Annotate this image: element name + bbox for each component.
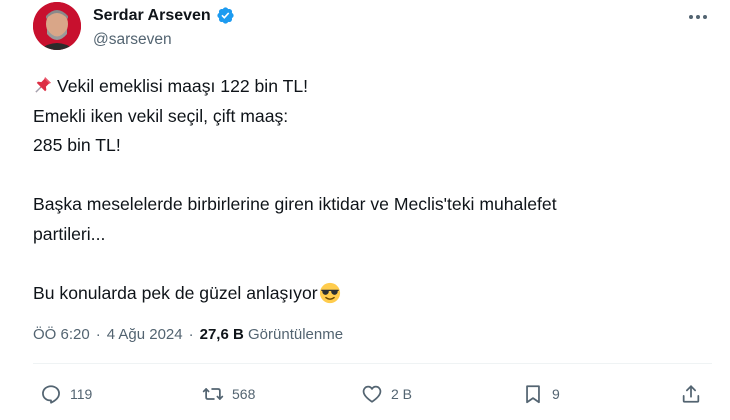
tweet-line: 285 bin TL!	[33, 135, 121, 156]
like-button[interactable]: 2 B	[361, 383, 412, 405]
meta-separator: ·	[95, 326, 101, 343]
sunglasses-emoji-icon	[319, 283, 340, 304]
divider	[33, 363, 712, 364]
tweet-line: Başka meselelerde birbirlerine giren ikt…	[33, 194, 557, 215]
repost-button[interactable]: 568	[202, 383, 255, 405]
views-count[interactable]: 27,6 B	[200, 326, 244, 343]
bookmark-count: 9	[552, 386, 560, 402]
tweet-meta: ÖÖ 6:20 · 4 Ağu 2024 · 27,6 B Görüntülen…	[33, 326, 343, 343]
share-button[interactable]	[680, 383, 702, 405]
tweet-line: Vekil emeklisi maaşı 122 bin TL!	[33, 72, 693, 102]
verified-badge-icon	[217, 7, 234, 24]
meta-separator: ·	[188, 326, 194, 343]
repost-count: 568	[232, 386, 256, 402]
repost-icon	[202, 388, 224, 400]
avatar[interactable]	[33, 2, 81, 50]
views-label: Görüntülenme	[248, 326, 344, 343]
avatar-image	[33, 2, 81, 50]
pushpin-icon	[35, 77, 51, 93]
heart-icon	[362, 385, 382, 403]
author-name[interactable]: Serdar Arseven	[93, 7, 211, 25]
like-count: 2 B	[391, 386, 413, 402]
author-handle[interactable]: @sarseven	[93, 31, 172, 49]
tweet-line: Emekli iken vekil seçil, çift maaş:	[33, 105, 289, 126]
tweet-line: partileri...	[33, 223, 106, 244]
more-options-icon[interactable]	[686, 10, 710, 24]
tweet-line-text: Vekil emeklisi maaşı 122 bin TL!	[57, 76, 308, 96]
tweet-time[interactable]: ÖÖ 6:20	[33, 326, 90, 343]
reply-icon	[42, 385, 60, 404]
reply-button[interactable]: 119	[40, 383, 92, 405]
reply-count: 119	[70, 386, 93, 402]
share-icon	[682, 385, 700, 403]
tweet-text: Vekil emeklisi maaşı 122 bin TL! Emekli …	[33, 72, 693, 309]
bookmark-button[interactable]: 9	[522, 383, 560, 405]
tweet-line: Bu konularda pek de güzel anlaşıyor	[33, 279, 693, 309]
bookmark-icon	[526, 385, 540, 404]
tweet-date[interactable]: 4 Ağu 2024	[107, 326, 183, 343]
action-bar: 119 568 2 B 9	[0, 383, 730, 409]
tweet-line-text: Bu konularda pek de güzel anlaşıyor	[33, 283, 318, 304]
